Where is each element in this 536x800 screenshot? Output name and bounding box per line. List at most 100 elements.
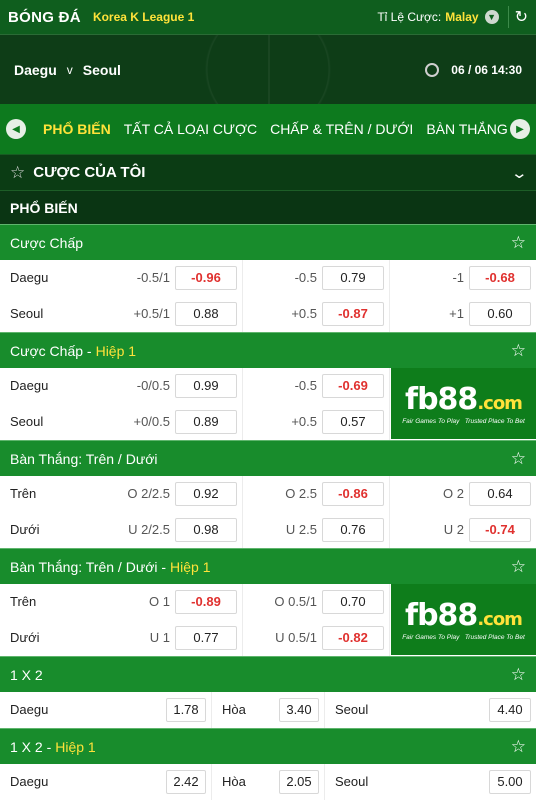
handicap-value: O 2/2.5	[127, 486, 170, 501]
odds-button[interactable]: -0.82	[322, 625, 384, 650]
star-icon[interactable]: ☆	[511, 665, 526, 685]
market-title-highlight: Hiệp 1	[55, 738, 96, 755]
handicap-value: -0.5/1	[136, 270, 170, 285]
star-icon[interactable]: ☆	[511, 341, 526, 361]
market-header: Bàn Thắng: Trên / Dưới - Hiệp 1 ☆	[0, 548, 536, 584]
chevron-left-icon[interactable]: ◀	[6, 119, 26, 139]
odds-button[interactable]: 0.79	[322, 265, 384, 290]
market-header: 1 X 2 - Hiệp 1 ☆	[0, 728, 536, 764]
odds-button[interactable]: 2.42	[166, 769, 206, 794]
tab-all-bets[interactable]: TẤT CẢ LOẠI CƯỢC	[124, 121, 257, 137]
star-icon[interactable]: ☆	[511, 449, 526, 469]
handicap-value: U 2	[443, 522, 464, 537]
selection-name: Hòa	[222, 774, 246, 789]
chevron-right-icon[interactable]: ▶	[510, 119, 530, 139]
my-bets-title: CƯỢC CỦA TÔI	[33, 164, 146, 181]
tab-goals[interactable]: BÀN THẮNG	[426, 121, 507, 137]
fb88-banner[interactable]: fb88.com Fair Games To Play Trusted Plac…	[391, 368, 536, 439]
odds-button[interactable]: -0.74	[469, 517, 531, 542]
top-bar: BÓNG ĐÁ Korea K League 1 Tỉ Lệ Cược: Mal…	[0, 0, 536, 34]
odds-button[interactable]: 2.05	[279, 769, 319, 794]
odds-button[interactable]: 0.98	[175, 517, 237, 542]
chevron-down-icon[interactable]: ▼	[484, 10, 499, 24]
odds-type-label: Tỉ Lệ Cược:	[377, 10, 442, 24]
selection-name: Hòa	[222, 702, 246, 717]
star-icon[interactable]: ☆	[511, 233, 526, 253]
odds-button[interactable]: -0.68	[469, 265, 531, 290]
handicap-value: +0.5	[291, 414, 317, 429]
market-title: Cược Chấp	[10, 234, 84, 251]
odds-button[interactable]: 5.00	[489, 769, 531, 794]
tab-popular[interactable]: PHỔ BIẾN	[43, 121, 111, 137]
selection-name: Seoul	[335, 774, 369, 789]
star-icon[interactable]: ☆	[511, 557, 526, 577]
handicap-value: +0.5	[291, 306, 317, 321]
odds-button[interactable]: -0.69	[322, 373, 384, 398]
clock-icon	[425, 62, 440, 77]
my-bets-bar[interactable]: ☆ CƯỢC CỦA TÔI ⌄	[0, 154, 536, 190]
fb88-banner[interactable]: fb88.com Fair Games To Play Trusted Plac…	[391, 584, 536, 655]
handicap-value: +1	[449, 306, 464, 321]
table-row: Daegu 2.42 Hòa 2.05 Seoul 5.00	[0, 763, 536, 800]
section-title: PHỔ BIẾN	[0, 190, 536, 224]
selection-name: Seoul	[10, 306, 44, 321]
odds-button[interactable]: 0.88	[175, 301, 237, 326]
refresh-icon[interactable]: ↻	[515, 7, 528, 27]
league-name[interactable]: Korea K League 1	[93, 10, 194, 24]
handicap-value: +0.5/1	[133, 306, 170, 321]
odds-button[interactable]: -0.86	[322, 481, 384, 506]
star-icon[interactable]: ☆	[511, 737, 526, 757]
odds-button[interactable]: 0.92	[175, 481, 237, 506]
handicap-value: O 1	[149, 594, 170, 609]
odds-button[interactable]: 0.60	[469, 301, 531, 326]
market-title-highlight: Hiệp 1	[170, 558, 211, 575]
fb88-logo: fb88.com	[405, 382, 523, 417]
selection-name: Daegu	[10, 702, 49, 717]
selection-name: Dưới	[10, 522, 40, 537]
away-team: Seoul	[82, 61, 121, 78]
market-title: Cược Chấp -	[10, 342, 92, 359]
home-team: Daegu	[14, 61, 57, 78]
selection-name: Daegu	[10, 270, 49, 285]
market-title: Bàn Thắng: Trên / Dưới -	[10, 558, 167, 575]
odds-button[interactable]: 0.70	[322, 589, 384, 614]
market-title: 1 X 2	[10, 666, 43, 683]
handicap-value: -1	[452, 270, 464, 285]
market-header: Cược Chấp - Hiệp 1 ☆	[0, 332, 536, 368]
chevron-down-icon[interactable]: ⌄	[511, 164, 529, 182]
selection-name: Trên	[10, 594, 37, 609]
odds-button[interactable]: 3.40	[279, 697, 319, 722]
handicap-value: U 1	[149, 630, 170, 645]
odds-type-value[interactable]: Malay	[445, 10, 478, 24]
handicap-value: O 2	[443, 486, 464, 501]
pitch-line	[268, 35, 270, 104]
handicap-value: -0/0.5	[136, 378, 170, 393]
handicap-value: U 2/2.5	[128, 522, 170, 537]
banner-tagline: Fair Games To Play Trusted Place To Bet	[402, 418, 525, 425]
odds-button[interactable]: 0.64	[469, 481, 531, 506]
handicap-value: +0/0.5	[133, 414, 170, 429]
odds-button[interactable]: 0.77	[175, 625, 237, 650]
odds-button[interactable]: -0.89	[175, 589, 237, 614]
odds-button[interactable]: -0.96	[175, 265, 237, 290]
market-header: Cược Chấp ☆	[0, 224, 536, 260]
tab-handicap-over-under[interactable]: CHẤP & TRÊN / DƯỚI	[270, 121, 413, 137]
sport-title: BÓNG ĐÁ	[8, 8, 81, 26]
odds-button[interactable]: 1.78	[166, 697, 206, 722]
selection-name: Daegu	[10, 774, 49, 789]
odds-button[interactable]: 0.89	[175, 409, 237, 434]
odds-button[interactable]: 0.57	[322, 409, 384, 434]
odds-button[interactable]: 0.76	[322, 517, 384, 542]
odds-button[interactable]: 4.40	[489, 697, 531, 722]
odds-button[interactable]: -0.87	[322, 301, 384, 326]
handicap-value: O 0.5/1	[274, 594, 317, 609]
selection-name: Daegu	[10, 378, 49, 393]
banner-tagline: Fair Games To Play Trusted Place To Bet	[402, 634, 525, 641]
divider	[507, 6, 509, 28]
market-title: Bàn Thắng: Trên / Dưới	[10, 450, 158, 467]
market-title: 1 X 2 -	[10, 738, 52, 755]
odds-button[interactable]: 0.99	[175, 373, 237, 398]
fb88-logo: fb88.com	[405, 598, 523, 633]
selection-name: Trên	[10, 486, 37, 501]
match-header: Daegu v Seoul 06 / 06 14:30	[0, 34, 536, 104]
